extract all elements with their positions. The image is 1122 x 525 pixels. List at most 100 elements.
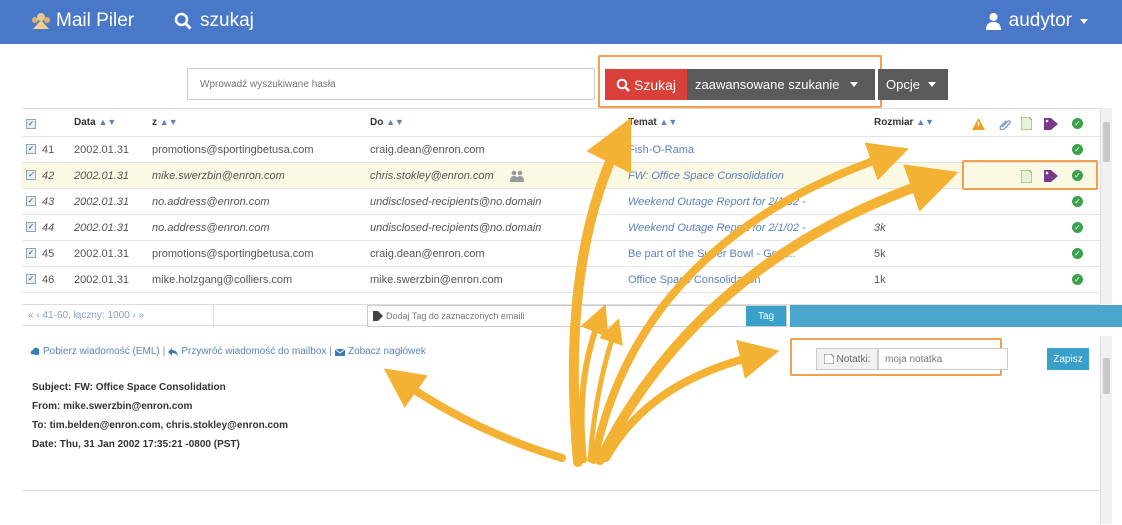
highlight-row-icons xyxy=(962,160,1098,190)
row-number: 43 xyxy=(42,195,55,208)
user-icon xyxy=(985,13,1001,30)
row-number: 44 xyxy=(42,221,55,234)
table-row[interactable]: ✓ 44 2002.01.31 no.address@enron.com und… xyxy=(22,215,1100,241)
row-date: 2002.01.31 xyxy=(74,273,130,286)
notes-label-text: Notatki: xyxy=(836,353,871,365)
tag-icon xyxy=(373,311,383,321)
verified-icon: ✓ xyxy=(1072,274,1083,285)
notes-input[interactable]: moja notatka xyxy=(878,348,1008,370)
sort-arrows-icon[interactable]: ▲▼ xyxy=(660,117,678,127)
sort-arrows-icon[interactable]: ▲▼ xyxy=(98,117,116,127)
nav-search-link[interactable]: szukaj xyxy=(174,10,254,32)
header-from: From: mike.swerzbin@enron.com xyxy=(32,401,193,412)
sort-arrows-icon[interactable]: ▲▼ xyxy=(916,117,934,127)
message-list: ✓ Data ▲▼ z ▲▼ Do ▲▼ Temat ▲▼ Rozmiar ▲▼… xyxy=(22,108,1100,304)
search-input[interactable] xyxy=(187,68,595,100)
brand-link[interactable]: Mail Piler xyxy=(30,10,134,32)
row-date: 2002.01.31 xyxy=(74,221,130,234)
row-checkbox[interactable]: ✓ xyxy=(26,222,36,232)
paperclip-icon xyxy=(999,120,1011,130)
table-row[interactable]: ✓ 41 2002.01.31 promotions@sportingbetus… xyxy=(22,137,1100,163)
preview-actions: Pobierz wiadomość (EML) | Przywróć wiado… xyxy=(30,346,426,357)
tag-input[interactable]: Dodaj Tag do zaznaczonych emaili xyxy=(367,305,787,327)
row-subject[interactable]: Weekend Outage Report for 2/1/02 - xyxy=(628,222,828,234)
chevron-down-icon xyxy=(1080,18,1088,24)
row-from: no.address@enron.com xyxy=(152,221,270,234)
search-button[interactable]: Szukaj xyxy=(605,69,687,100)
advanced-search-button[interactable]: zaawansowane szukanie xyxy=(687,69,875,100)
col-to[interactable]: Do ▲▼ xyxy=(370,117,404,128)
col-size-label: Rozmiar xyxy=(874,117,914,128)
row-date: 2002.01.31 xyxy=(74,143,130,156)
col-from[interactable]: z ▲▼ xyxy=(152,117,178,128)
save-note-button[interactable]: Zapisz xyxy=(1047,348,1089,370)
row-number: 41 xyxy=(42,143,55,156)
sort-arrows-icon[interactable]: ▲▼ xyxy=(386,117,404,127)
table-row-selected[interactable]: ✓ 42 2002.01.31 mike.swerzbin@enron.com … xyxy=(22,163,1100,189)
verified-icon: ✓ xyxy=(1072,144,1083,155)
options-button[interactable]: Opcje xyxy=(878,69,948,100)
row-subject[interactable]: Weekend Outage Report for 2/1/02 - xyxy=(628,196,818,208)
nav-search-label: szukaj xyxy=(200,10,254,31)
row-to: chris.stokley@enron.com xyxy=(370,169,494,182)
row-to: undisclosed-recipients@no.domain xyxy=(370,195,542,208)
select-all-checkbox[interactable]: ✓ xyxy=(26,119,36,129)
chevron-down-icon xyxy=(927,82,936,87)
row-subject[interactable]: FW: Office Space Consolidation xyxy=(628,170,828,182)
top-navbar: Mail Piler szukaj audytor xyxy=(0,0,1122,44)
sort-arrows-icon[interactable]: ▲▼ xyxy=(160,117,178,127)
row-checkbox[interactable]: ✓ xyxy=(26,196,36,206)
splitter-bar[interactable] xyxy=(790,305,1122,327)
user-menu[interactable]: audytor xyxy=(985,10,1088,32)
search-icon xyxy=(616,78,630,92)
group-icon xyxy=(510,170,524,182)
chevron-down-icon xyxy=(849,82,858,87)
col-to-label: Do xyxy=(370,117,384,128)
row-to: craig.dean@enron.com xyxy=(370,143,485,156)
row-checkbox[interactable]: ✓ xyxy=(26,144,36,154)
envelope-icon xyxy=(335,348,345,356)
tag-input-placeholder: Dodaj Tag do zaznaczonych emaili xyxy=(386,311,525,321)
row-from: no.address@enron.com xyxy=(152,195,270,208)
row-from: promotions@sportingbetusa.com xyxy=(152,143,314,156)
list-scrollbar-thumb[interactable] xyxy=(1103,122,1110,162)
tag-button[interactable]: Tag xyxy=(746,306,786,326)
row-to: mike.swerzbin@enron.com xyxy=(370,273,503,286)
restore-to-mailbox-link[interactable]: Przywróć wiadomość do mailbox xyxy=(181,346,326,357)
separator: | xyxy=(329,346,332,357)
col-date[interactable]: Data ▲▼ xyxy=(74,117,116,128)
verified-icon: ✓ xyxy=(1072,118,1083,129)
download-eml-link[interactable]: Pobierz wiadomość (EML) xyxy=(43,346,160,357)
tag-icon xyxy=(1044,118,1058,130)
row-subject[interactable]: Fish-O-Rama xyxy=(628,144,778,156)
row-from: mike.swerzbin@enron.com xyxy=(152,169,285,182)
row-size: 1k xyxy=(874,273,886,286)
message-headers: Subject: FW: Office Space Consolidation … xyxy=(32,378,288,454)
row-size: 5k xyxy=(874,247,886,260)
row-checkbox[interactable]: ✓ xyxy=(26,248,36,258)
row-checkbox[interactable]: ✓ xyxy=(26,274,36,284)
col-subject-label: Temat xyxy=(628,117,657,128)
row-date: 2002.01.31 xyxy=(74,169,130,182)
notes-label: Notatki: xyxy=(816,348,878,370)
col-subject[interactable]: Temat ▲▼ xyxy=(628,117,677,128)
table-row[interactable]: ✓ 43 2002.01.31 no.address@enron.com und… xyxy=(22,189,1100,215)
header-subject: Subject: FW: Office Space Consolidation xyxy=(32,382,226,393)
row-date: 2002.01.31 xyxy=(74,195,130,208)
pagination[interactable]: « ‹ 41-60, łączny: 1000 › » xyxy=(28,310,144,321)
users-logo-icon xyxy=(32,13,50,29)
verified-icon: ✓ xyxy=(1072,222,1083,233)
table-row[interactable]: ✓ 46 2002.01.31 mike.holzgang@colliers.c… xyxy=(22,267,1100,293)
view-headers-link[interactable]: Zobacz nagłówek xyxy=(348,346,426,357)
col-size[interactable]: Rozmiar ▲▼ xyxy=(874,117,934,128)
note-icon xyxy=(823,354,834,364)
row-subject[interactable]: Office Space Consolidation xyxy=(628,274,828,286)
preview-scrollbar-thumb[interactable] xyxy=(1103,358,1110,394)
preview-scrollbar[interactable] xyxy=(1100,336,1112,524)
row-checkbox[interactable]: ✓ xyxy=(26,170,36,180)
row-size: 3k xyxy=(874,195,886,208)
row-to: undisclosed-recipients@no.domain xyxy=(370,221,542,234)
row-subject[interactable]: Be part of the Super Bowl - Get i... xyxy=(628,248,838,260)
table-row[interactable]: ✓ 45 2002.01.31 promotions@sportingbetus… xyxy=(22,241,1100,267)
list-scrollbar[interactable] xyxy=(1100,108,1112,304)
